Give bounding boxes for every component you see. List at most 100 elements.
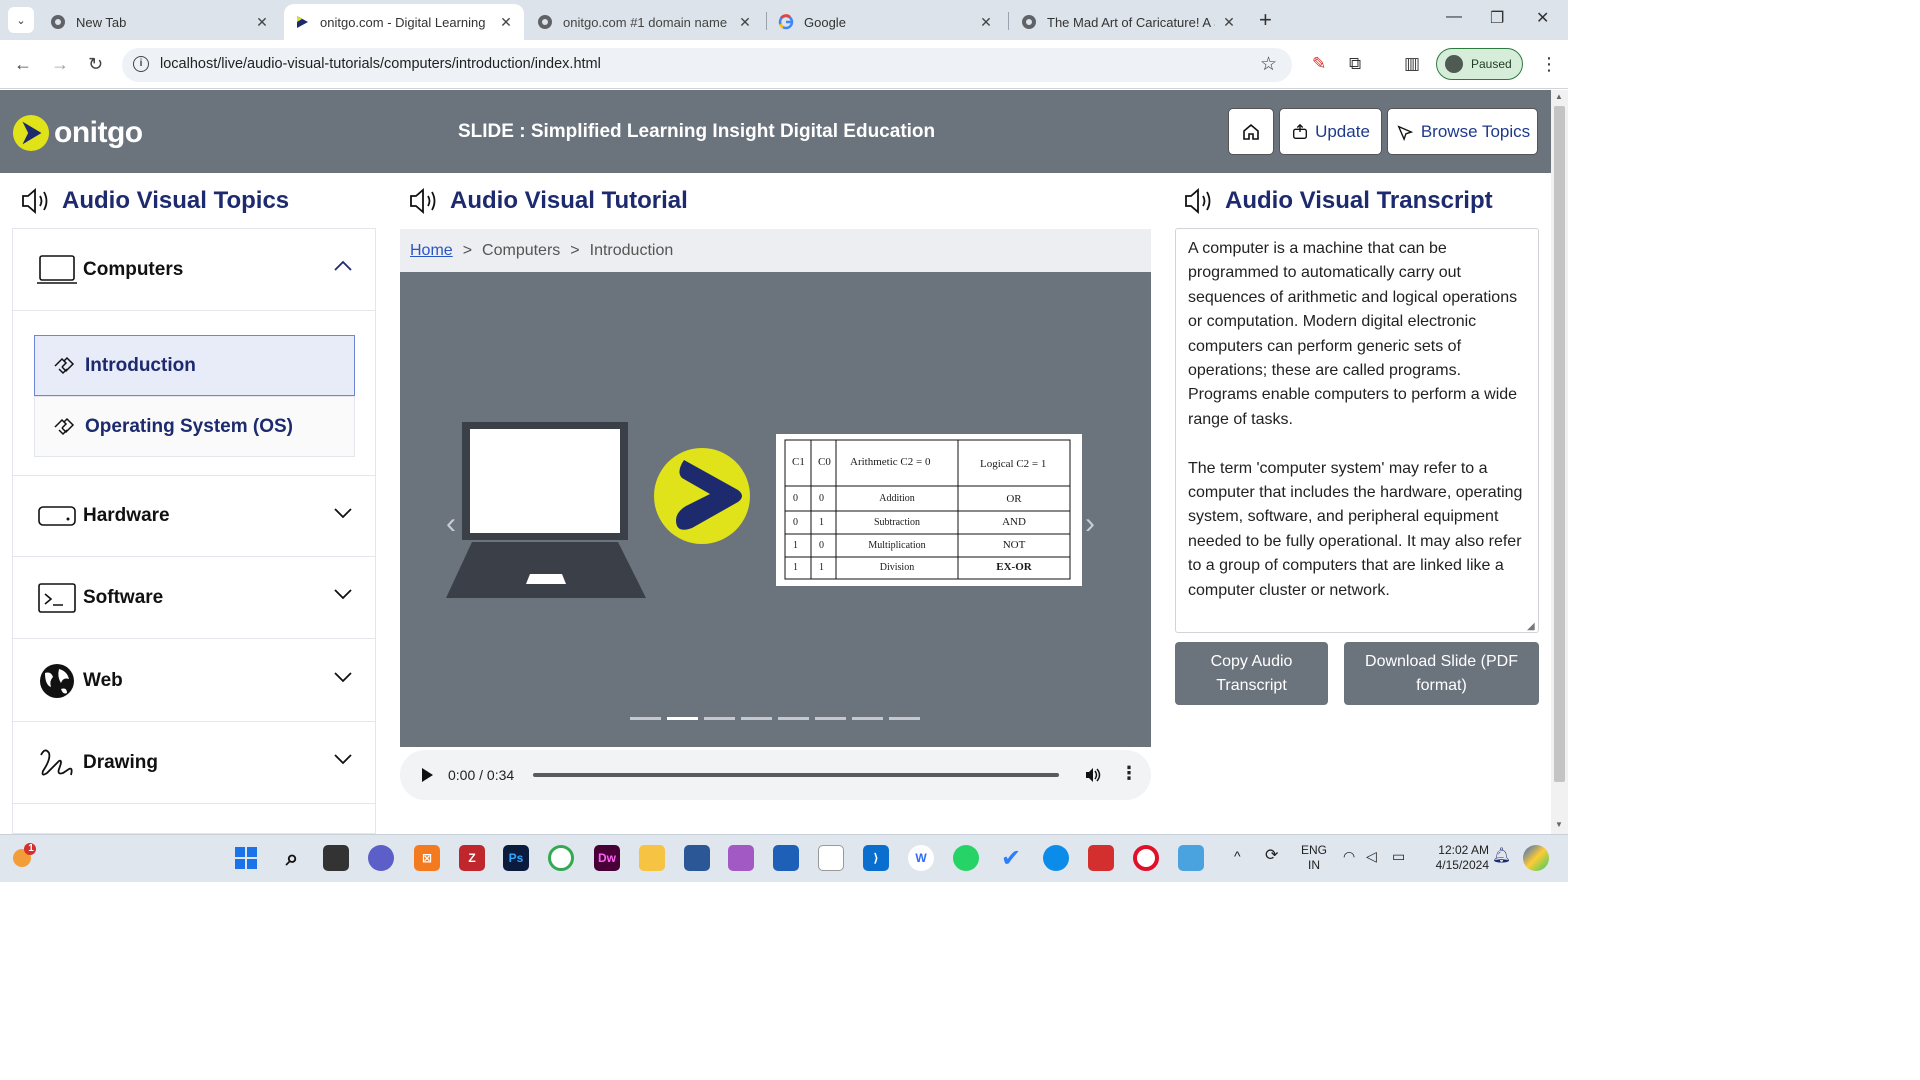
site-info-icon[interactable]: i (133, 56, 149, 72)
scrollbar-thumb[interactable] (1554, 106, 1565, 782)
close-window-icon[interactable]: ✕ (1536, 8, 1549, 28)
breadcrumb-separator: > (462, 241, 473, 259)
next-slide-icon[interactable]: › (1085, 507, 1095, 541)
tab-search-button[interactable]: ⌄ (8, 7, 34, 33)
blank-document-icon[interactable] (818, 845, 844, 871)
slide-indicator[interactable] (630, 717, 661, 720)
close-tab-icon[interactable]: ✕ (1221, 14, 1237, 31)
restore-icon[interactable]: ❐ (1490, 8, 1504, 28)
close-tab-icon[interactable]: ✕ (498, 14, 514, 31)
chevron-down-icon[interactable] (333, 587, 353, 601)
vscode-icon[interactable]: ⟩ (863, 845, 889, 871)
windows-start-icon[interactable] (233, 845, 259, 871)
slide-indicator[interactable] (852, 717, 883, 720)
browse-topics-button[interactable]: Browse Topics (1387, 108, 1538, 155)
video-editor-icon[interactable] (728, 845, 754, 871)
tab-google[interactable]: Google ✕ (768, 4, 1004, 40)
download-slide-button[interactable]: Download Slide (PDF format) (1344, 642, 1539, 705)
xampp-icon[interactable]: ⊠ (414, 845, 440, 871)
chevron-up-icon[interactable] (333, 259, 353, 273)
browser-menu-icon[interactable]: ⋮ (1540, 54, 1558, 75)
close-tab-icon[interactable]: ✕ (254, 14, 270, 31)
chevron-down-icon[interactable] (333, 752, 353, 766)
tray-overflow-icon[interactable]: ^ (1234, 849, 1241, 864)
audio-options-icon[interactable]: ⋮ (1120, 763, 1138, 784)
scroll-up-icon[interactable]: ▲ (1555, 92, 1563, 101)
task-view-icon[interactable] (323, 845, 349, 871)
edge-icon[interactable] (1043, 845, 1069, 871)
side-panel-icon[interactable]: ▥ (1404, 54, 1420, 74)
close-tab-icon[interactable]: ✕ (978, 14, 994, 31)
prev-slide-icon[interactable]: ‹ (446, 507, 456, 541)
todo-check-icon[interactable]: ✔ (998, 845, 1024, 872)
close-tab-icon[interactable]: ✕ (737, 14, 753, 31)
pen-extension-icon[interactable]: ✎ (1312, 54, 1326, 74)
table-cell: 0 (793, 493, 798, 504)
tab-onitgo-digital-learning[interactable]: onitgo.com - Digital Learning ✕ (284, 4, 524, 40)
category-computers[interactable]: Computers (13, 229, 375, 311)
slide-indicator-active[interactable] (667, 717, 698, 720)
page-scrollbar[interactable]: ▲ ▼ (1551, 90, 1568, 834)
home-button[interactable] (1228, 108, 1274, 155)
category-software[interactable]: Software (13, 557, 375, 639)
category-drawing[interactable]: Drawing (13, 722, 375, 804)
photoshop-icon[interactable]: Ps (503, 845, 529, 871)
filezilla-server-icon[interactable] (1088, 845, 1114, 871)
control-panel-icon[interactable] (1178, 845, 1204, 871)
word-app-icon[interactable]: W (908, 845, 934, 871)
forward-icon[interactable]: → (51, 54, 69, 75)
battery-icon[interactable]: ▭ (1392, 849, 1405, 864)
bookmark-star-icon[interactable]: ☆ (1260, 53, 1277, 76)
tab-mad-art-caricature[interactable]: The Mad Art of Caricature! A Se ✕ (1011, 4, 1247, 40)
update-button[interactable]: Update (1279, 108, 1382, 155)
slide-indicator[interactable] (889, 717, 920, 720)
file-explorer-icon[interactable] (639, 845, 665, 871)
topic-introduction[interactable]: Introduction (34, 335, 355, 396)
url-text[interactable]: localhost/live/audio-visual-tutorials/co… (160, 56, 601, 72)
slide-indicator[interactable] (778, 717, 809, 720)
audio-seek-bar[interactable] (533, 773, 1059, 777)
sync-icon[interactable]: ⟳ (1265, 848, 1278, 864)
extensions-puzzle-icon[interactable]: ⧉ (1349, 54, 1361, 74)
volume-tray-icon[interactable]: ◁ (1366, 849, 1377, 864)
wifi-icon[interactable]: ◠ (1343, 849, 1355, 864)
dreamweaver-icon[interactable]: Dw (594, 845, 620, 871)
category-web[interactable]: Web (13, 640, 375, 722)
chevron-down-icon[interactable] (333, 506, 353, 520)
category-next-partial[interactable] (13, 804, 375, 833)
globe-favicon-icon (1021, 14, 1037, 30)
search-icon[interactable]: ⌕ (279, 845, 305, 871)
microsoft-store-icon[interactable] (773, 845, 799, 871)
tab-onitgo-domain[interactable]: onitgo.com #1 domain name m ✕ (527, 4, 763, 40)
slide-indicator[interactable] (741, 717, 772, 720)
new-tab-button[interactable]: + (1259, 9, 1272, 31)
copy-transcript-button[interactable]: Copy Audio Transcript (1175, 642, 1328, 705)
language-indicator[interactable]: ENG IN (1300, 843, 1328, 873)
reload-icon[interactable]: ↻ (88, 54, 103, 75)
filezilla-icon[interactable]: Z (459, 845, 485, 871)
chrome-taskbar-icon[interactable] (548, 845, 574, 871)
slide-indicator[interactable] (815, 717, 846, 720)
back-icon[interactable]: ← (14, 54, 32, 75)
breadcrumb-home-link[interactable]: Home (410, 242, 453, 260)
volume-icon[interactable] (1084, 766, 1102, 784)
whatsapp-icon[interactable] (953, 845, 979, 871)
notification-bell-icon[interactable]: 🔔︎ (1492, 848, 1511, 863)
teams-chat-icon[interactable] (368, 845, 394, 871)
copilot-icon[interactable] (1523, 845, 1549, 871)
clock[interactable]: 12:02 AM 4/15/2024 (1423, 843, 1489, 873)
resize-grip-icon[interactable]: ◢ (1527, 621, 1535, 632)
scroll-down-icon[interactable]: ▼ (1555, 820, 1563, 829)
transcript-textarea[interactable]: A computer is a machine that can be prog… (1175, 228, 1539, 633)
slide-indicator[interactable] (704, 717, 735, 720)
profile-paused-button[interactable]: Paused (1436, 48, 1523, 80)
chevron-down-icon[interactable] (333, 670, 353, 684)
tab-new-tab[interactable]: New Tab ✕ (40, 4, 280, 40)
category-hardware[interactable]: Hardware (13, 475, 375, 557)
opera-icon[interactable] (1133, 845, 1159, 871)
play-icon[interactable] (420, 767, 434, 783)
notepad-icon[interactable] (684, 845, 710, 871)
topic-operating-system[interactable]: Operating System (OS) (34, 396, 355, 457)
site-logo[interactable]: onitgo (12, 114, 143, 152)
minimize-icon[interactable]: — (1446, 8, 1462, 26)
